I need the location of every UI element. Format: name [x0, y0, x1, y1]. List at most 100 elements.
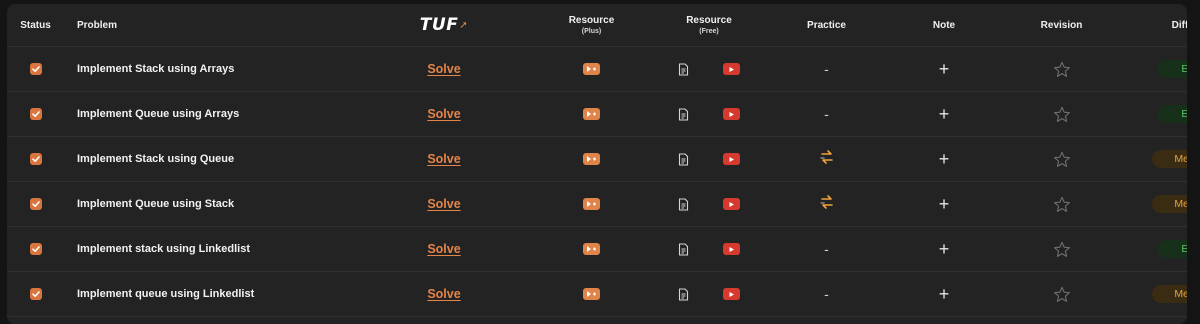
- youtube-icon[interactable]: [723, 288, 740, 300]
- table-row: Implement Queue using Stack Solve + Me: [7, 182, 1187, 227]
- revision-cell: [999, 61, 1124, 78]
- check-icon: [31, 66, 40, 72]
- header-resource-free: Resource (Free): [654, 15, 764, 35]
- plus-video-icon[interactable]: [583, 243, 600, 255]
- add-note-icon[interactable]: +: [939, 105, 950, 123]
- difficulty-cell: Medium: [1124, 285, 1187, 303]
- revision-cell: [999, 196, 1124, 213]
- article-icon[interactable]: [678, 62, 689, 76]
- table-row: Implement Queue using Arrays Solve - + E: [7, 92, 1187, 137]
- tuf-logo-arrow-icon: ➚: [459, 19, 469, 31]
- youtube-icon[interactable]: [723, 243, 740, 255]
- status-checkbox[interactable]: [29, 63, 42, 75]
- solve-link[interactable]: Solve: [427, 197, 460, 211]
- add-note-icon[interactable]: +: [939, 285, 950, 303]
- problem-table: Status Problem TUF ➚ Resource (Plus) Reso…: [7, 4, 1187, 324]
- practice-cell: -: [764, 61, 889, 77]
- practice-cell: -: [764, 241, 889, 257]
- article-icon[interactable]: [678, 242, 689, 256]
- youtube-icon[interactable]: [723, 63, 740, 75]
- plus-video-icon[interactable]: [583, 288, 600, 300]
- solve-cell: Solve: [359, 242, 529, 256]
- status-checkbox[interactable]: [29, 243, 42, 255]
- resource-free-cell: [654, 62, 764, 76]
- solve-link[interactable]: Solve: [427, 107, 460, 121]
- problem-name: Implement stack using Linkedlist: [77, 243, 250, 255]
- difficulty-cell: Easy: [1124, 60, 1187, 78]
- difficulty-cell: Medium: [1124, 195, 1187, 213]
- solve-link[interactable]: Solve: [427, 62, 460, 76]
- difficulty-badge: Easy: [1158, 240, 1187, 258]
- status-checkbox[interactable]: [29, 153, 42, 165]
- play-plus-icon: [587, 156, 596, 162]
- status-cell: [7, 153, 61, 165]
- resource-free-cell: [654, 107, 764, 121]
- practice-cell: [764, 148, 889, 171]
- solve-cell: Solve: [359, 62, 529, 76]
- status-checkbox[interactable]: [29, 288, 42, 300]
- check-icon: [31, 111, 40, 117]
- status-checkbox[interactable]: [29, 198, 42, 210]
- practice-none: -: [824, 241, 829, 257]
- practice-link-icon[interactable]: [818, 148, 836, 171]
- add-note-icon[interactable]: +: [939, 150, 950, 168]
- add-note-icon[interactable]: +: [939, 240, 950, 258]
- resource-plus-cell: [529, 288, 654, 300]
- plus-video-icon[interactable]: [583, 108, 600, 120]
- table-row: Implement queue using Linkedlist Solve -…: [7, 272, 1187, 317]
- header-tuf-logo: TUF ➚: [359, 15, 529, 35]
- solve-link[interactable]: Solve: [427, 287, 460, 301]
- play-plus-icon: [587, 111, 596, 117]
- status-cell: [7, 288, 61, 300]
- plus-video-icon[interactable]: [583, 198, 600, 210]
- difficulty-cell: Medium: [1124, 150, 1187, 168]
- difficulty-badge: Medium: [1152, 195, 1187, 213]
- practice-none: -: [824, 286, 829, 302]
- add-note-icon[interactable]: +: [939, 60, 950, 78]
- youtube-icon[interactable]: [723, 108, 740, 120]
- star-icon[interactable]: [1053, 106, 1071, 123]
- article-icon[interactable]: [678, 152, 689, 166]
- solve-cell: Solve: [359, 152, 529, 166]
- header-resource-free-label: Resource: [686, 15, 732, 26]
- status-cell: [7, 63, 61, 75]
- solve-link[interactable]: Solve: [427, 152, 460, 166]
- note-cell: +: [889, 150, 999, 168]
- play-plus-icon: [587, 66, 596, 72]
- star-icon[interactable]: [1053, 151, 1071, 168]
- youtube-icon[interactable]: [723, 198, 740, 210]
- resource-free-cell: [654, 152, 764, 166]
- star-icon[interactable]: [1053, 61, 1071, 78]
- note-cell: +: [889, 60, 999, 78]
- tuf-logo: TUF ➚: [419, 15, 469, 35]
- youtube-icon[interactable]: [723, 153, 740, 165]
- article-icon[interactable]: [678, 107, 689, 121]
- table-row: Implement stack using Linkedlist Solve -…: [7, 227, 1187, 272]
- practice-none: -: [824, 106, 829, 122]
- header-note: Note: [932, 19, 956, 31]
- status-cell: [7, 198, 61, 210]
- header-status: Status: [20, 19, 51, 31]
- practice-none: -: [824, 61, 829, 77]
- solve-link[interactable]: Solve: [427, 242, 460, 256]
- practice-link-icon[interactable]: [818, 193, 836, 216]
- difficulty-badge: Medium: [1152, 285, 1187, 303]
- star-icon[interactable]: [1053, 241, 1071, 258]
- star-icon[interactable]: [1053, 196, 1071, 213]
- problem-name: Implement Stack using Arrays: [77, 63, 235, 75]
- article-icon[interactable]: [678, 197, 689, 211]
- table-row: Implement Stack using Arrays Solve - + E: [7, 47, 1187, 92]
- play-plus-icon: [587, 246, 596, 252]
- solve-cell: Solve: [359, 197, 529, 211]
- revision-cell: [999, 151, 1124, 168]
- header-revision: Revision: [1040, 19, 1083, 31]
- star-icon[interactable]: [1053, 286, 1071, 303]
- note-cell: +: [889, 195, 999, 213]
- article-icon[interactable]: [678, 287, 689, 301]
- add-note-icon[interactable]: +: [939, 195, 950, 213]
- header-resource-free-sub: (Free): [699, 28, 719, 35]
- solve-cell: Solve: [359, 287, 529, 301]
- status-checkbox[interactable]: [29, 108, 42, 120]
- plus-video-icon[interactable]: [583, 63, 600, 75]
- plus-video-icon[interactable]: [583, 153, 600, 165]
